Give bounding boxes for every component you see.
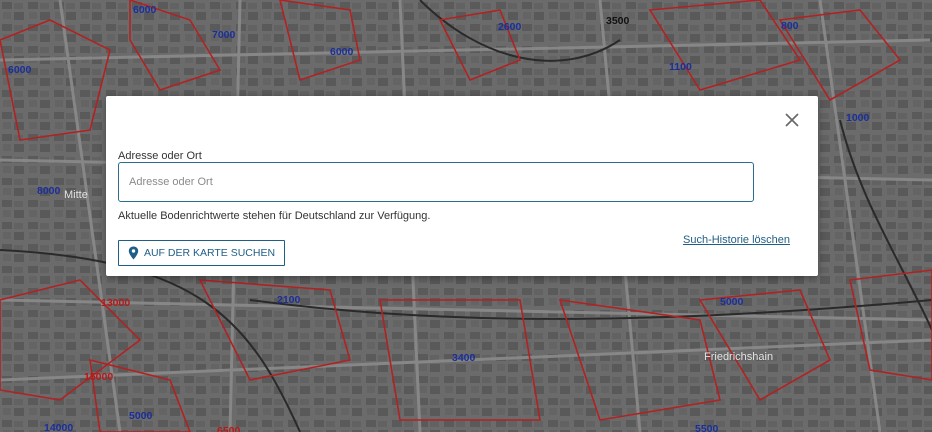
map-value-label: 6000 bbox=[8, 64, 32, 76]
map-value-label: 1100 bbox=[669, 61, 692, 73]
map-pin-icon bbox=[128, 246, 139, 260]
map-value-label: 6500 bbox=[217, 425, 241, 432]
search-dialog: Adresse oder Ort Aktuelle Bodenrichtwert… bbox=[106, 96, 818, 276]
map-value-label: 6000 bbox=[330, 46, 354, 58]
map-value-label: 14000 bbox=[44, 422, 73, 432]
map-value-label: 6000 bbox=[133, 4, 157, 16]
map-value-label: 8000 bbox=[37, 185, 61, 197]
map-place-label: Mitte bbox=[64, 189, 88, 201]
address-input[interactable] bbox=[118, 162, 754, 202]
map-value-label: 3500 bbox=[606, 15, 630, 27]
clear-search-history-link[interactable]: Such-Historie löschen bbox=[683, 234, 790, 246]
map-place-label: Friedrichshain bbox=[704, 351, 773, 363]
availability-hint: Aktuelle Bodenrichtwerte stehen für Deut… bbox=[118, 210, 431, 222]
close-icon bbox=[785, 113, 799, 127]
map-value-label: 2100 bbox=[277, 294, 301, 306]
map-value-label: 15000 bbox=[84, 371, 113, 383]
map-value-label: 800 bbox=[781, 20, 799, 32]
map-value-label: 7000 bbox=[212, 29, 236, 41]
map-value-label: 3400 bbox=[452, 352, 476, 364]
map-value-label: 5000 bbox=[129, 410, 153, 422]
close-button[interactable] bbox=[782, 110, 802, 130]
map-value-label: 5500 bbox=[695, 423, 719, 432]
search-on-map-button[interactable]: AUF DER KARTE SUCHEN bbox=[118, 240, 285, 266]
search-on-map-label: AUF DER KARTE SUCHEN bbox=[143, 247, 276, 259]
map-value-label: 13000 bbox=[101, 297, 130, 309]
map-value-label: 1000 bbox=[846, 112, 870, 124]
map-value-label: 5000 bbox=[720, 296, 744, 308]
map-value-label: 2600 bbox=[498, 21, 522, 33]
address-field-label: Adresse oder Ort bbox=[118, 150, 202, 162]
